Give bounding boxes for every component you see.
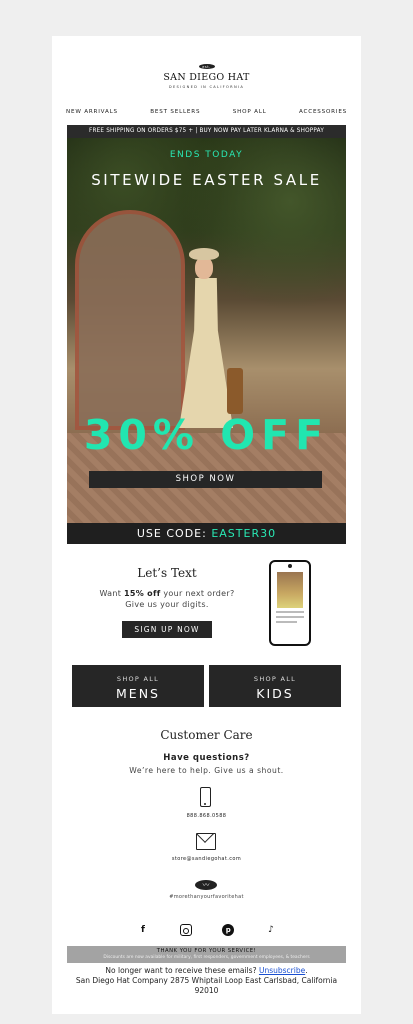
mail-icon [196,833,216,850]
code-prefix: USE CODE: [136,527,212,540]
phone-number-link[interactable]: 888.868.0588 [52,813,361,819]
desc-before: Want [99,589,125,598]
facebook-icon[interactable]: f [137,924,149,936]
phone-text-line [276,621,297,623]
hero-kicker: ENDS TODAY [169,150,244,160]
wave-logo-icon: 〰 [195,880,217,890]
email-link[interactable]: store@sandiegohat.com [52,856,361,862]
shop-now-button[interactable]: SHOP NOW [89,471,322,488]
logo-emblem: est. 1980 [198,64,215,73]
phone-camera [288,564,292,568]
phone-mockup-image [269,560,311,646]
logo-name: SAN DIEGO HAT [163,72,250,83]
text-signup-desc: Want 15% off your next order? Give us yo… [92,588,242,610]
brand-logo[interactable]: est. 1980 SAN DIEGO HAT DESIGNED IN CALI… [52,64,361,89]
desc-after: your next order? [160,589,235,598]
promo-bar[interactable]: FREE SHIPPING ON ORDERS $75 + | BUY NOW … [67,125,346,138]
desc-line2: Give us your digits. [125,600,209,609]
phone-text-line [276,611,304,613]
hero-banner[interactable]: ENDS TODAY SITEWIDE EASTER SALE 30% OFF … [67,138,346,523]
logo-est: est. 1980 [201,65,212,73]
thanks-subtext: Discounts are now available for military… [103,955,310,960]
nav-accessories[interactable]: ACCESSORIES [299,109,347,115]
hashtag: #morethanyourfavoritehat [169,894,244,900]
thanks-banner: THANK YOU FOR YOUR SERVICE! Discounts ar… [67,946,346,963]
model-bag [227,368,243,414]
hero-headline: SITEWIDE EASTER SALE [91,171,322,189]
nav-shop-all[interactable]: SHOP ALL [233,109,267,115]
promo-code: EASTER30 [211,527,277,540]
phone-icon [200,787,211,807]
model-dress [179,278,233,428]
cat-kids-small: SHOP ALL [253,675,297,683]
phone-text-line [276,616,304,618]
phone-screen-image [277,572,303,608]
nav-best-sellers[interactable]: BEST SELLERS [150,109,200,115]
main-nav: NEW ARRIVALS BEST SELLERS SHOP ALL ACCES… [66,109,347,115]
text-signup-title: Let’s Text [137,566,197,580]
email-body: est. 1980 SAN DIEGO HAT DESIGNED IN CALI… [52,36,361,1014]
logo-tagline: DESIGNED IN CALIFORNIA [168,85,245,89]
footer: No longer want to receive these emails? … [67,966,346,996]
instagram-icon[interactable] [179,924,192,936]
hero-arch [75,210,185,430]
cat-mens-label: MENS [116,686,160,701]
nav-new-arrivals[interactable]: NEW ARRIVALS [66,109,118,115]
shop-mens-button[interactable]: SHOP ALL MENS [72,665,204,707]
pinterest-icon[interactable]: p [222,924,235,936]
sign-up-button[interactable]: SIGN UP NOW [122,621,212,638]
desc-bold: 15% off [124,589,161,598]
social-links: f p ♪ [137,924,277,936]
care-subtext: We’re here to help. Give us a shout. [129,766,284,775]
thanks-title: THANK YOU FOR YOUR SERVICE! [156,948,257,954]
care-question: Have questions? [163,753,250,763]
tiktok-icon[interactable]: ♪ [265,924,277,936]
unsubscribe-link[interactable]: Unsubscribe [259,966,305,975]
model-hat [189,248,219,260]
unsubscribe-prefix: No longer want to receive these emails? [105,966,259,975]
shop-kids-button[interactable]: SHOP ALL KIDS [209,665,341,707]
unsubscribe-suffix: . [305,966,308,975]
cat-kids-label: KIDS [256,686,294,701]
hero-discount: 30% OFF [83,411,330,459]
text-signup-section: Let’s Text Want 15% off your next order?… [92,566,242,638]
promo-code-bar: USE CODE: EASTER30 [67,523,346,544]
cat-mens-small: SHOP ALL [116,675,160,683]
customer-care-title: Customer Care [160,728,253,742]
company-address: San Diego Hat Company 2875 Whiptail Loop… [75,976,338,995]
model-head [195,257,213,279]
